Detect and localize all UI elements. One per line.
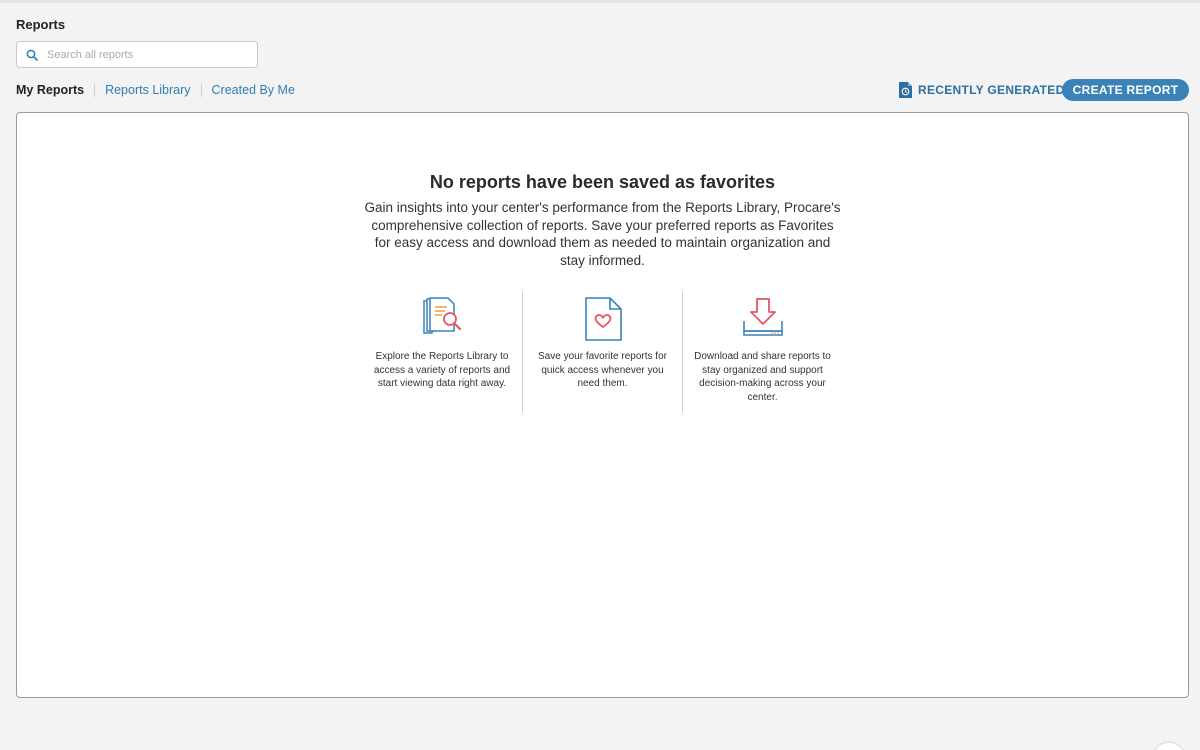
help-widget[interactable] — [1153, 743, 1185, 750]
feature-list: Explore the Reports Library to access a … — [362, 291, 842, 413]
feature-download-text: Download and share reports to stay organ… — [694, 351, 831, 403]
tab-reports-library[interactable]: Reports Library — [105, 83, 190, 97]
recently-generated-button[interactable]: RECENTLY GENERATED — [898, 80, 1065, 100]
tab-divider — [94, 83, 96, 97]
create-report-button[interactable]: CREATE REPORT — [1062, 79, 1189, 101]
search-input[interactable] — [47, 48, 247, 61]
recent-history-icon — [898, 81, 913, 99]
tab-divider — [200, 83, 202, 97]
search-box[interactable] — [16, 41, 258, 68]
favorites-panel: No reports have been saved as favorites … — [16, 112, 1189, 698]
feature-save-favorites: Save your favorite reports for quick acc… — [522, 291, 682, 413]
tab-created-by-me[interactable]: Created By Me — [212, 83, 295, 97]
feature-explore-library: Explore the Reports Library to access a … — [362, 291, 522, 413]
search-icon — [26, 48, 40, 62]
top-strip — [0, 0, 1200, 3]
empty-state-description: Gain insights into your center's perform… — [364, 200, 841, 268]
feature-save-text: Save your favorite reports for quick acc… — [538, 351, 667, 390]
page-title: Reports — [16, 17, 66, 32]
tab-my-reports[interactable]: My Reports — [16, 83, 84, 97]
favorite-document-icon — [523, 297, 682, 341]
empty-state-title: No reports have been saved as favorites — [429, 172, 776, 192]
report-tabs: My Reports Reports Library Created By Me — [16, 82, 295, 98]
feature-explore-text: Explore the Reports Library to access a … — [373, 351, 511, 390]
recently-generated-label: RECENTLY GENERATED — [918, 83, 1065, 97]
reports-library-icon — [362, 297, 522, 341]
feature-download-share: Download and share reports to stay organ… — [682, 291, 842, 413]
download-tray-icon — [683, 297, 842, 341]
